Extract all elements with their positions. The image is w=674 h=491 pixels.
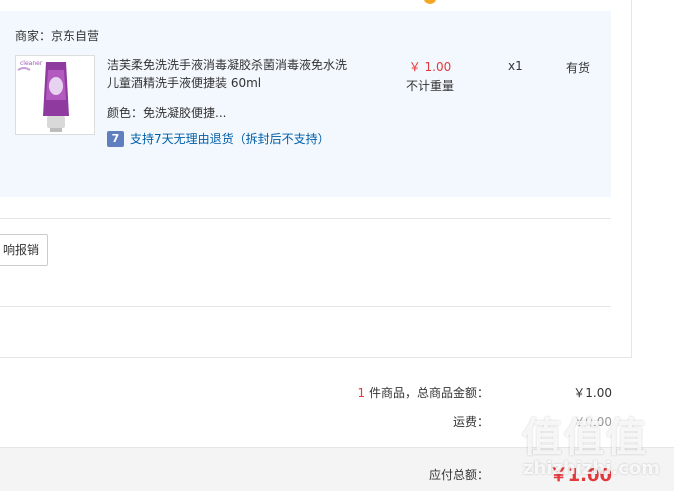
divider (0, 306, 611, 307)
shipping-label: 运费： (452, 415, 489, 429)
watermark-logo: 值值值 (522, 415, 648, 461)
weight-note: 不计重量 (405, 79, 454, 93)
product-image[interactable]: cleaner (15, 55, 95, 135)
status-dot (424, 0, 436, 4)
product-name-link[interactable]: 洁芙柔免洗洗手液消毒凝胶杀菌消毒液免水洗儿童酒精洗手液便捷装 60ml (107, 56, 357, 92)
panel-border-right (631, 0, 632, 358)
return-policy-row[interactable]: 7 支持7天无理由退货（拆封后不支持） (107, 130, 330, 147)
watermark-domain: zhizhizhi.com (523, 458, 661, 479)
product-bottle-illustration: cleaner (16, 56, 94, 134)
panel-border-bottom (0, 357, 632, 358)
items-total-value: ￥1.00 (573, 386, 612, 400)
merchant-label: 商家：京东自营 (15, 29, 100, 43)
payable-label: 应付总额： (428, 468, 489, 482)
stock-status: 有货 (566, 61, 591, 75)
report-expense-button[interactable]: 响报销 (0, 234, 48, 266)
seven-day-return-icon: 7 (107, 130, 124, 147)
svg-text:cleaner: cleaner (20, 60, 43, 67)
items-summary-label: 1 件商品，总商品金额： (358, 384, 489, 401)
divider (0, 218, 611, 219)
return-policy-link[interactable]: 支持7天无理由退货（拆封后不支持） (130, 130, 330, 147)
product-attribute: 颜色：免洗凝胶便捷... (107, 106, 227, 120)
items-summary-text: 件商品，总商品金额： (365, 386, 489, 400)
product-price: ￥ 1.00 (408, 60, 452, 74)
product-quantity: x1 (508, 59, 523, 73)
